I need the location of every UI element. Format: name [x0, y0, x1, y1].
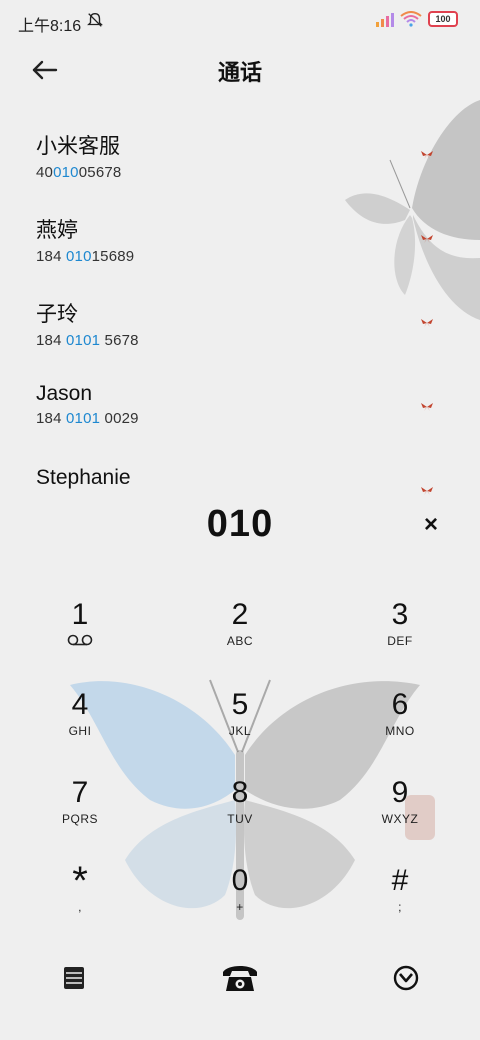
contact-item[interactable]: Jason 184 0101 0029 — [36, 382, 139, 427]
key-8[interactable]: 8 TUV — [180, 776, 300, 856]
dialpad-toggle-icon[interactable] — [386, 960, 426, 996]
mute-icon — [87, 13, 103, 27]
battery-indicator: 100 — [428, 11, 458, 27]
butterfly-icon — [421, 319, 433, 327]
signal-icon — [376, 11, 394, 27]
wifi-icon — [400, 11, 422, 27]
contact-number: 4001005678 — [36, 164, 122, 181]
contact-name: 子玲 — [36, 303, 78, 326]
butterfly-wallpaper-top — [345, 100, 480, 320]
contact-name: 燕婷 — [36, 219, 78, 242]
butterfly-icon — [421, 487, 433, 495]
header: 通话 — [0, 50, 480, 90]
key-5[interactable]: 5 JKL — [180, 688, 300, 768]
key-0[interactable]: 0 + — [180, 864, 300, 944]
contact-item[interactable]: 子玲 184 0101 5678 — [36, 298, 139, 349]
voicemail-icon — [67, 634, 93, 646]
butterfly-icon — [421, 403, 433, 411]
contact-item[interactable]: 燕婷 184 01015689 — [36, 214, 134, 265]
contact-number: 184 0101 5678 — [36, 332, 139, 349]
butterfly-icon — [421, 151, 433, 159]
key-9[interactable]: 9 WXYZ — [340, 776, 460, 856]
contact-number: 184 01015689 — [36, 248, 135, 265]
key-hash[interactable]: # ; — [340, 864, 460, 944]
contact-number: 184 0101 0029 — [36, 410, 139, 427]
butterfly-icon — [421, 235, 433, 243]
key-star[interactable]: * , — [20, 861, 140, 944]
status-indicators: 100 — [376, 11, 458, 27]
status-time: 上午8:16 — [18, 18, 82, 35]
key-1[interactable]: 1 — [20, 598, 140, 678]
key-7[interactable]: 7 PQRS — [20, 776, 140, 856]
key-2[interactable]: 2 ABC — [180, 598, 300, 678]
status-bar: 上午8:16 100 — [0, 0, 480, 44]
page-title: 通话 — [217, 60, 262, 85]
key-6[interactable]: 6 MNO — [340, 688, 460, 768]
contact-name: 小米客服 — [36, 135, 120, 158]
key-3[interactable]: 3 DEF — [340, 598, 460, 678]
clear-button[interactable]: × — [418, 512, 444, 538]
key-4[interactable]: 4 GHI — [20, 688, 140, 768]
contact-item[interactable]: Stephanie — [36, 466, 131, 490]
contact-name: Jason — [36, 382, 93, 405]
dialed-number: 010 — [206, 503, 274, 545]
contact-name: Stephanie — [36, 466, 131, 489]
phone-icon[interactable] — [220, 960, 260, 996]
contact-item[interactable]: 小米客服 4001005678 — [36, 130, 121, 181]
menu-icon[interactable] — [54, 960, 94, 996]
